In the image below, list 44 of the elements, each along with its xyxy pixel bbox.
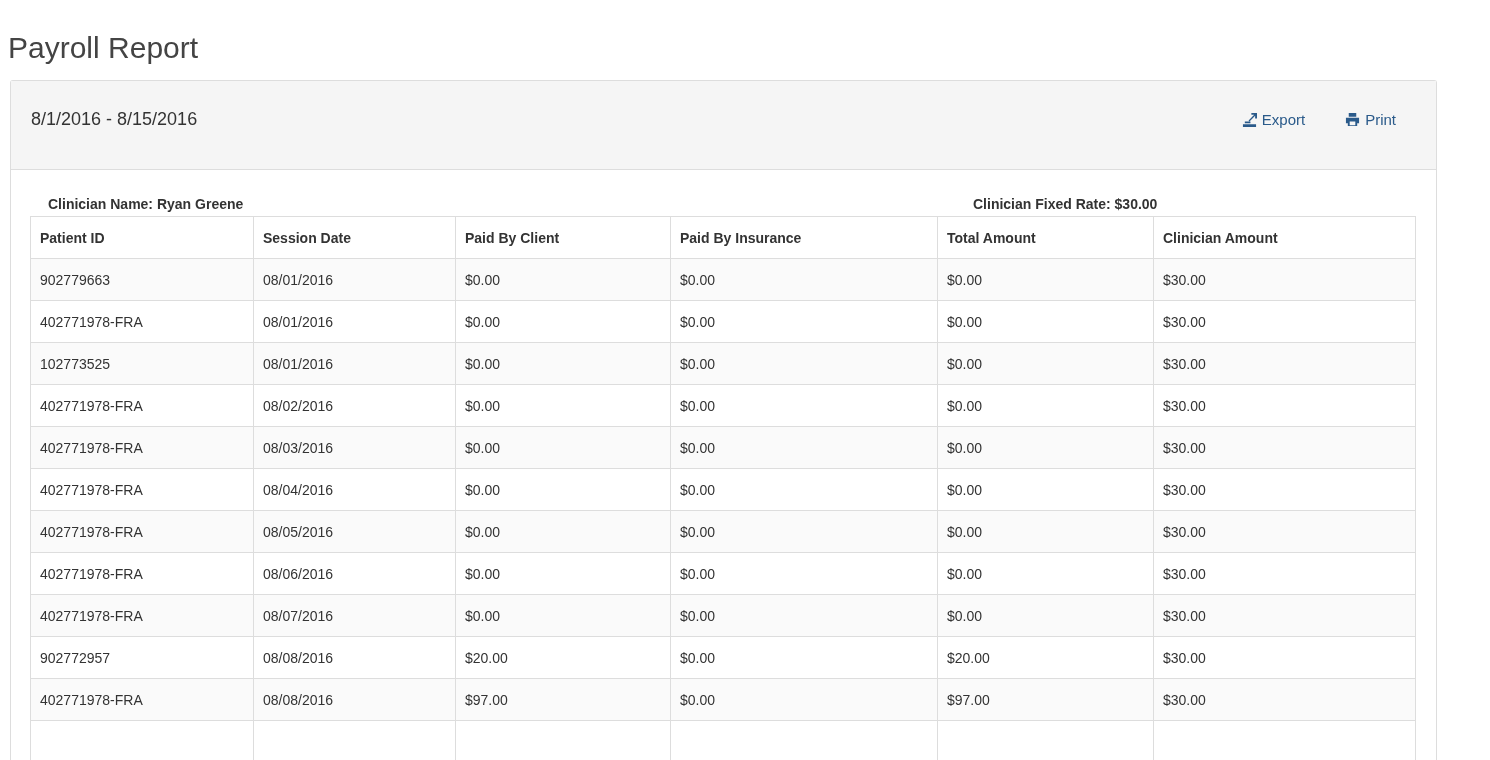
table-cell: 902779663 xyxy=(31,259,254,301)
table-cell: $30.00 xyxy=(1154,343,1416,385)
page-title: Payroll Report xyxy=(8,30,199,66)
table-cell: 08/07/2016 xyxy=(254,595,456,637)
table-cell: $0.00 xyxy=(938,427,1154,469)
printer-icon xyxy=(1345,112,1361,127)
table-cell: $97.00 xyxy=(938,679,1154,721)
table-cell: $0.00 xyxy=(671,343,938,385)
export-icon xyxy=(1241,112,1257,127)
export-button[interactable]: Export xyxy=(1241,111,1306,128)
clinician-rate: Clinician Fixed Rate: $30.00 xyxy=(972,196,1158,212)
print-button[interactable]: Print xyxy=(1345,111,1396,128)
table-cell: 08/05/2016 xyxy=(254,511,456,553)
table-cell: 08/01/2016 xyxy=(254,343,456,385)
table-cell: $0.00 xyxy=(938,595,1154,637)
table-cell: 102773525 xyxy=(31,343,254,385)
table-cell: $0.00 xyxy=(938,511,1154,553)
table-cell: $30.00 xyxy=(1154,259,1416,301)
table-cell: $0.00 xyxy=(456,427,671,469)
table-cell: $0.00 xyxy=(671,595,938,637)
table-cell: $30.00 xyxy=(1154,679,1416,721)
table-cell: $0.00 xyxy=(671,259,938,301)
table-cell: $97.00 xyxy=(456,679,671,721)
table-cell: $0.00 xyxy=(456,595,671,637)
date-range: 8/1/2016 - 8/15/2016 xyxy=(31,109,198,130)
table-cell: 402771978-FRA xyxy=(31,595,254,637)
table-cell: 402771978-FRA xyxy=(31,679,254,721)
table-cell: $30.00 xyxy=(1154,511,1416,553)
table-cell: $0.00 xyxy=(671,427,938,469)
table-cell: $0.00 xyxy=(456,343,671,385)
table-cell: $0.00 xyxy=(671,679,938,721)
table-cell: 402771978-FRA xyxy=(31,511,254,553)
table-cell: $0.00 xyxy=(456,511,671,553)
table-cell: $0.00 xyxy=(671,511,938,553)
table-cell: $30.00 xyxy=(1154,595,1416,637)
table-cell: 08/08/2016 xyxy=(254,679,456,721)
table-cell: 402771978-FRA xyxy=(31,427,254,469)
table-cell: 08/01/2016 xyxy=(254,259,456,301)
table-cell: $0.00 xyxy=(938,343,1154,385)
table-cell: $30.00 xyxy=(1154,427,1416,469)
table-cell: $0.00 xyxy=(938,259,1154,301)
table-cell: $0.00 xyxy=(456,259,671,301)
table-cell: 08/03/2016 xyxy=(254,427,456,469)
clinician-name: Clinician Name: Ryan Greene xyxy=(47,196,244,212)
